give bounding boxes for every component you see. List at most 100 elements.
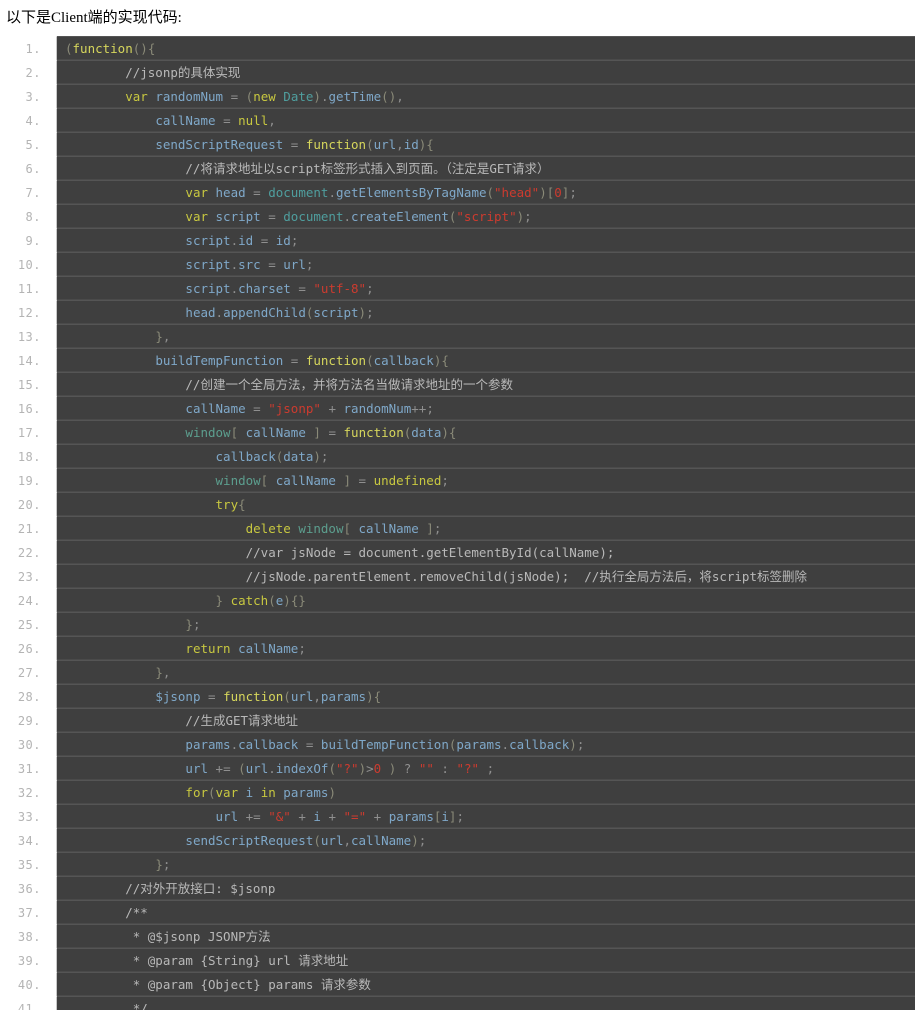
- code-block[interactable]: 1. (function(){2. //jsonp的具体实现 3. var rand…: [0, 36, 915, 1010]
- gutter-divider: [50, 348, 57, 374]
- line-number: 14.: [0, 348, 50, 372]
- code-text[interactable]: } catch(e){}: [57, 589, 915, 611]
- gutter-divider: [50, 972, 57, 998]
- gutter-divider: [50, 252, 57, 278]
- code-text[interactable]: return callName;: [57, 637, 915, 659]
- code-text[interactable]: head.appendChild(script);: [57, 301, 915, 323]
- code-text[interactable]: callName = "jsonp" + randomNum++;: [57, 397, 915, 419]
- code-text[interactable]: $jsonp = function(url,params){: [57, 685, 915, 707]
- gutter-divider: [50, 732, 57, 758]
- code-text[interactable]: //对外开放接口: $jsonp: [57, 877, 915, 899]
- line-number: 23.: [0, 564, 50, 588]
- code-text[interactable]: //创建一个全局方法，并将方法名当做请求地址的一个参数: [57, 373, 915, 395]
- line-number: 19.: [0, 468, 50, 492]
- code-line: 34. sendScriptRequest(url,callName);: [0, 828, 915, 854]
- code-text[interactable]: //将请求地址以script标签形式插入到页面。（注定是GET请求）: [57, 157, 915, 179]
- code-line: 41. */: [0, 996, 915, 1010]
- line-number: 2.: [0, 60, 50, 84]
- line-number: 37.: [0, 900, 50, 924]
- line-number: 35.: [0, 852, 50, 876]
- gutter-divider: [50, 828, 57, 854]
- code-text[interactable]: callName = null,: [57, 109, 915, 131]
- code-text[interactable]: sendScriptRequest(url,callName);: [57, 829, 915, 851]
- gutter-divider: [50, 84, 57, 110]
- line-number: 30.: [0, 732, 50, 756]
- gutter-divider: [50, 372, 57, 398]
- code-text[interactable]: delete window[ callName ];: [57, 517, 915, 539]
- gutter-divider: [50, 780, 57, 806]
- code-text[interactable]: sendScriptRequest = function(url,id){: [57, 133, 915, 155]
- line-number: 39.: [0, 948, 50, 972]
- code-text[interactable]: script.charset = "utf-8";: [57, 277, 915, 299]
- line-number: 8.: [0, 204, 50, 228]
- line-number: 34.: [0, 828, 50, 852]
- code-line: 19. window[ callName ] = undefined;: [0, 468, 915, 494]
- code-text[interactable]: window[ callName ] = undefined;: [57, 469, 915, 491]
- code-text[interactable]: var randomNum = (new Date).getTime(),: [57, 85, 915, 107]
- gutter-divider: [50, 180, 57, 206]
- code-line: 21. delete window[ callName ];: [0, 516, 915, 542]
- code-text[interactable]: var head = document.getElementsByTagName…: [57, 181, 915, 203]
- code-line: 28. $jsonp = function(url,params){: [0, 684, 915, 710]
- gutter-divider: [50, 564, 57, 590]
- gutter-divider: [50, 444, 57, 470]
- code-text[interactable]: },: [57, 325, 915, 347]
- code-text[interactable]: };: [57, 853, 915, 875]
- code-text[interactable]: url += "&" + i + "=" + params[i];: [57, 805, 915, 827]
- gutter-divider: [50, 612, 57, 638]
- code-text[interactable]: script.id = id;: [57, 229, 915, 251]
- code-text[interactable]: script.src = url;: [57, 253, 915, 275]
- code-text[interactable]: buildTempFunction = function(callback){: [57, 349, 915, 371]
- code-text[interactable]: (function(){: [57, 37, 915, 59]
- gutter-divider: [50, 756, 57, 782]
- line-number: 41.: [0, 996, 50, 1010]
- code-text[interactable]: params.callback = buildTempFunction(para…: [57, 733, 915, 755]
- gutter-divider: [50, 636, 57, 662]
- line-number: 6.: [0, 156, 50, 180]
- line-number: 7.: [0, 180, 50, 204]
- code-line: 9. script.id = id;: [0, 228, 915, 254]
- gutter-divider: [50, 660, 57, 686]
- code-line: 40. * @param {Object} params 请求参数: [0, 972, 915, 998]
- code-line: 11. script.charset = "utf-8";: [0, 276, 915, 302]
- line-number: 40.: [0, 972, 50, 996]
- gutter-divider: [50, 420, 57, 446]
- line-number: 28.: [0, 684, 50, 708]
- line-number: 33.: [0, 804, 50, 828]
- gutter-divider: [50, 540, 57, 566]
- code-text[interactable]: var script = document.createElement("scr…: [57, 205, 915, 227]
- code-text[interactable]: * @$jsonp JSONP方法: [57, 925, 915, 947]
- code-text[interactable]: try{: [57, 493, 915, 515]
- code-text[interactable]: //jsNode.parentElement.removeChild(jsNod…: [57, 565, 915, 587]
- gutter-divider: [50, 300, 57, 326]
- code-text[interactable]: */: [57, 997, 915, 1010]
- code-text[interactable]: //jsonp的具体实现: [57, 61, 915, 83]
- gutter-divider: [50, 228, 57, 254]
- code-text[interactable]: url += (url.indexOf("?")>0 ) ? "" : "?" …: [57, 757, 915, 779]
- code-line: 32. for(var i in params): [0, 780, 915, 806]
- code-line: 3. var randomNum = (new Date).getTime(),: [0, 84, 915, 110]
- code-line: 39. * @param {String} url 请求地址: [0, 948, 915, 974]
- code-line: 6. //将请求地址以script标签形式插入到页面。（注定是GET请求）: [0, 156, 915, 182]
- line-number: 26.: [0, 636, 50, 660]
- code-text[interactable]: * @param {Object} params 请求参数: [57, 973, 915, 995]
- code-line: 16. callName = "jsonp" + randomNum++;: [0, 396, 915, 422]
- code-text[interactable]: };: [57, 613, 915, 635]
- code-text[interactable]: },: [57, 661, 915, 683]
- code-text[interactable]: callback(data);: [57, 445, 915, 467]
- code-text[interactable]: //var jsNode = document.getElementById(c…: [57, 541, 915, 563]
- code-line: 26. return callName;: [0, 636, 915, 662]
- code-line: 4. callName = null,: [0, 108, 915, 134]
- line-number: 13.: [0, 324, 50, 348]
- line-number: 18.: [0, 444, 50, 468]
- line-number: 31.: [0, 756, 50, 780]
- gutter-divider: [50, 396, 57, 422]
- code-text[interactable]: window[ callName ] = function(data){: [57, 421, 915, 443]
- code-text[interactable]: /**: [57, 901, 915, 923]
- gutter-divider: [50, 132, 57, 158]
- code-text[interactable]: for(var i in params): [57, 781, 915, 803]
- line-number: 17.: [0, 420, 50, 444]
- code-text[interactable]: //生成GET请求地址: [57, 709, 915, 731]
- code-line: 38. * @$jsonp JSONP方法: [0, 924, 915, 950]
- code-text[interactable]: * @param {String} url 请求地址: [57, 949, 915, 971]
